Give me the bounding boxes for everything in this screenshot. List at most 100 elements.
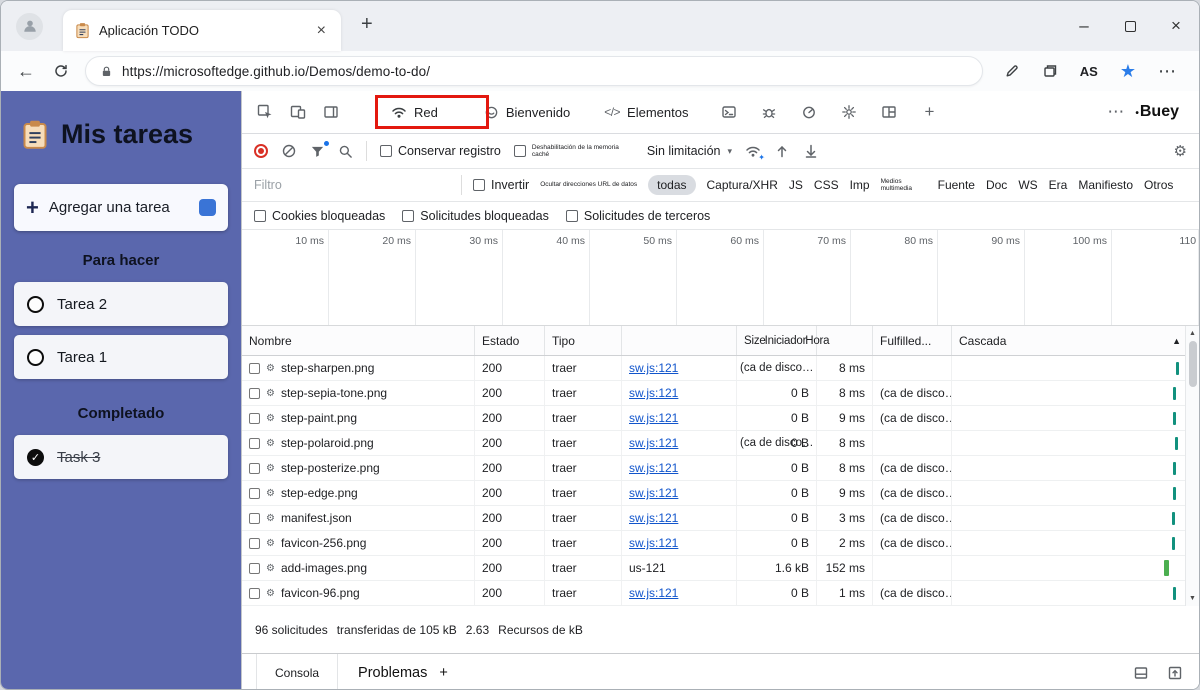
filter-pill[interactable]: Fuente <box>938 178 975 192</box>
request-checkbox[interactable] <box>249 438 260 449</box>
console-panel-icon[interactable] <box>714 97 744 127</box>
settings-gear-icon[interactable] <box>834 97 864 127</box>
request-checkbox[interactable] <box>249 488 260 499</box>
task-checkbox[interactable]: ✓ <box>27 449 44 466</box>
request-checkbox[interactable] <box>249 588 260 599</box>
table-scrollbar[interactable]: ▲ ▼ <box>1185 326 1199 606</box>
initiator-link[interactable]: sw.js:121 <box>629 386 678 400</box>
filter-pill[interactable]: Era <box>1049 178 1068 192</box>
device-emulation-icon[interactable] <box>283 97 313 127</box>
bug-icon[interactable] <box>754 97 784 127</box>
initiator-link[interactable]: sw.js:121 <box>629 461 678 475</box>
initiator-link[interactable]: sw.js:121 <box>629 486 678 500</box>
window-minimize-button[interactable]: – <box>1061 1 1107 51</box>
column-header-initiator[interactable] <box>622 326 737 355</box>
request-name[interactable]: favicon-96.png <box>281 586 360 600</box>
url-text[interactable]: https://microsoftedge.github.io/Demos/de… <box>122 64 430 79</box>
invert-checkbox[interactable]: Invertir <box>473 178 529 192</box>
network-request-row[interactable]: ⚙ step-posterize.png 200 traer sw.js:121… <box>242 456 1188 481</box>
more-tabs-icon[interactable]: + <box>914 97 944 127</box>
tab-elements[interactable]: </> Elementos <box>594 91 698 133</box>
favorites-star-icon[interactable]: ★ <box>1120 61 1136 82</box>
network-request-row[interactable]: ⚙ favicon-256.png 200 traer sw.js:121 0 … <box>242 531 1188 556</box>
column-header-name[interactable]: Nombre <box>242 326 475 355</box>
add-task-accent[interactable] <box>199 199 216 216</box>
import-har-icon[interactable] <box>774 143 790 159</box>
hide-data-urls-label[interactable]: Ocultar direcciones URL de datos <box>540 181 637 188</box>
browser-tab[interactable]: Aplicación TODO × <box>63 10 341 51</box>
checkbox-icon[interactable] <box>473 179 485 191</box>
clear-icon[interactable] <box>281 143 297 159</box>
request-checkbox[interactable] <box>249 513 260 524</box>
add-task-button[interactable]: + Agregar una tarea <box>14 184 228 231</box>
back-icon[interactable]: ← <box>15 61 37 82</box>
request-checkbox[interactable] <box>249 463 260 474</box>
network-settings-gear-icon[interactable]: ⚙ <box>1174 142 1187 160</box>
request-name[interactable]: favicon-256.png <box>281 536 366 550</box>
record-icon[interactable] <box>254 144 268 158</box>
request-checkbox[interactable] <box>249 413 260 424</box>
network-request-row[interactable]: ⚙ add-images.png 200 traer us-121 1.6 kB… <box>242 556 1188 581</box>
refresh-icon[interactable] <box>50 63 72 79</box>
address-bar[interactable]: https://microsoftedge.github.io/Demos/de… <box>85 56 983 86</box>
request-name[interactable]: step-paint.png <box>281 411 357 425</box>
tab-welcome[interactable]: Bienvenido <box>474 91 580 133</box>
request-checkbox[interactable] <box>249 563 260 574</box>
export-har-icon[interactable] <box>803 143 819 159</box>
filter-pill[interactable]: JS <box>789 178 803 192</box>
network-request-row[interactable]: ⚙ step-paint.png 200 traer sw.js:121 0 B… <box>242 406 1188 431</box>
request-name[interactable]: step-sharpen.png <box>281 361 374 375</box>
window-close-button[interactable]: × <box>1153 1 1199 51</box>
throttling-select[interactable]: Sin limitación ▾ <box>647 144 732 158</box>
network-request-row[interactable]: ⚙ step-sepia-tone.png 200 traer sw.js:12… <box>242 381 1188 406</box>
network-overview-timeline[interactable]: 10 ms20 ms30 ms40 ms50 ms60 ms70 ms80 ms… <box>242 230 1199 326</box>
initiator-link[interactable]: sw.js:121 <box>629 411 678 425</box>
scroll-down-icon[interactable]: ▼ <box>1189 591 1196 606</box>
column-header-status[interactable]: Estado <box>475 326 545 355</box>
overflow-menu-icon[interactable]: ⋯ <box>1107 102 1125 122</box>
initiator-link[interactable]: sw.js:121 <box>629 586 678 600</box>
initiator-link[interactable]: sw.js:121 <box>629 436 678 450</box>
network-request-row[interactable]: ⚙ step-edge.png 200 traer sw.js:121 0 B … <box>242 481 1188 506</box>
filter-icon[interactable] <box>310 144 325 159</box>
browser-menu-icon[interactable]: ⋯ <box>1158 61 1177 82</box>
search-icon[interactable] <box>338 144 353 159</box>
new-tab-button[interactable]: + <box>361 13 373 36</box>
request-name[interactable]: manifest.json <box>281 511 352 525</box>
drawer-tab-problems[interactable]: Problemas <box>358 665 427 681</box>
window-maximize-button[interactable] <box>1107 1 1153 51</box>
checkbox-icon[interactable] <box>514 145 526 157</box>
task-checkbox[interactable] <box>27 296 44 313</box>
drawer-add-tab-button[interactable]: + <box>439 665 447 681</box>
column-header-fulfilled[interactable]: Fulfilled... <box>873 326 952 355</box>
profile-initials[interactable]: AS <box>1080 64 1098 79</box>
scroll-up-icon[interactable]: ▲ <box>1189 326 1196 341</box>
initiator-link[interactable]: sw.js:121 <box>629 536 678 550</box>
blocked-filter-checkbox[interactable]: Cookies bloqueadas <box>254 209 385 223</box>
checkbox-icon[interactable] <box>402 210 414 222</box>
request-checkbox[interactable] <box>249 363 260 374</box>
filter-pill[interactable]: Otros <box>1144 178 1173 192</box>
network-conditions-icon[interactable]: ✦ <box>745 143 761 159</box>
inspect-icon[interactable] <box>250 97 280 127</box>
profile-avatar[interactable] <box>16 13 43 40</box>
expand-panel-icon[interactable] <box>1167 665 1183 681</box>
network-request-row[interactable]: ⚙ favicon-96.png 200 traer sw.js:121 0 B… <box>242 581 1188 606</box>
filter-pill[interactable]: todas <box>648 175 695 195</box>
network-request-row[interactable]: ⚙ step-sharpen.png 200 traer sw.js:121 (… <box>242 356 1188 381</box>
network-request-row[interactable]: ⚙ manifest.json 200 traer sw.js:121 0 B … <box>242 506 1188 531</box>
tab-network[interactable]: Red <box>381 91 448 133</box>
filter-pill[interactable]: Manifiesto <box>1078 178 1133 192</box>
console-dock-icon[interactable] <box>1133 665 1149 681</box>
filter-pill[interactable]: Doc <box>986 178 1007 192</box>
checkbox-icon[interactable] <box>380 145 392 157</box>
edit-icon[interactable] <box>1004 63 1020 79</box>
initiator-link[interactable]: sw.js:121 <box>629 361 678 375</box>
request-name[interactable]: step-edge.png <box>281 486 358 500</box>
request-name[interactable]: step-posterize.png <box>281 461 380 475</box>
collections-icon[interactable] <box>1042 63 1058 79</box>
task-item[interactable]: Tarea 1 <box>14 335 228 379</box>
column-header-waterfall[interactable]: Cascada ▲ <box>952 326 1188 355</box>
request-checkbox[interactable] <box>249 538 260 549</box>
request-checkbox[interactable] <box>249 388 260 399</box>
